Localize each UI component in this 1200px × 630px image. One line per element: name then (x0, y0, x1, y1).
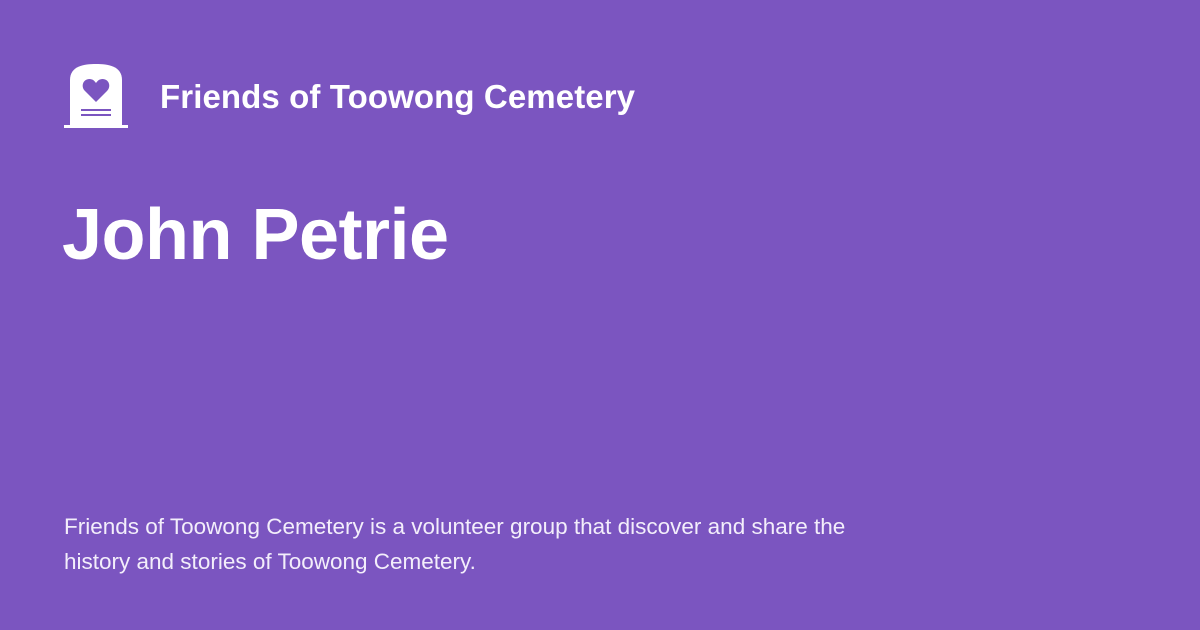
brand: Friends of Toowong Cemetery (64, 64, 635, 128)
page-title: John Petrie (62, 195, 449, 275)
site-description: Friends of Toowong Cemetery is a volunte… (64, 514, 846, 574)
tombstone-heart-icon (64, 64, 128, 128)
social-card: Friends of Toowong Cemetery John Petrie … (0, 0, 1200, 630)
site-name: Friends of Toowong Cemetery (160, 77, 636, 115)
